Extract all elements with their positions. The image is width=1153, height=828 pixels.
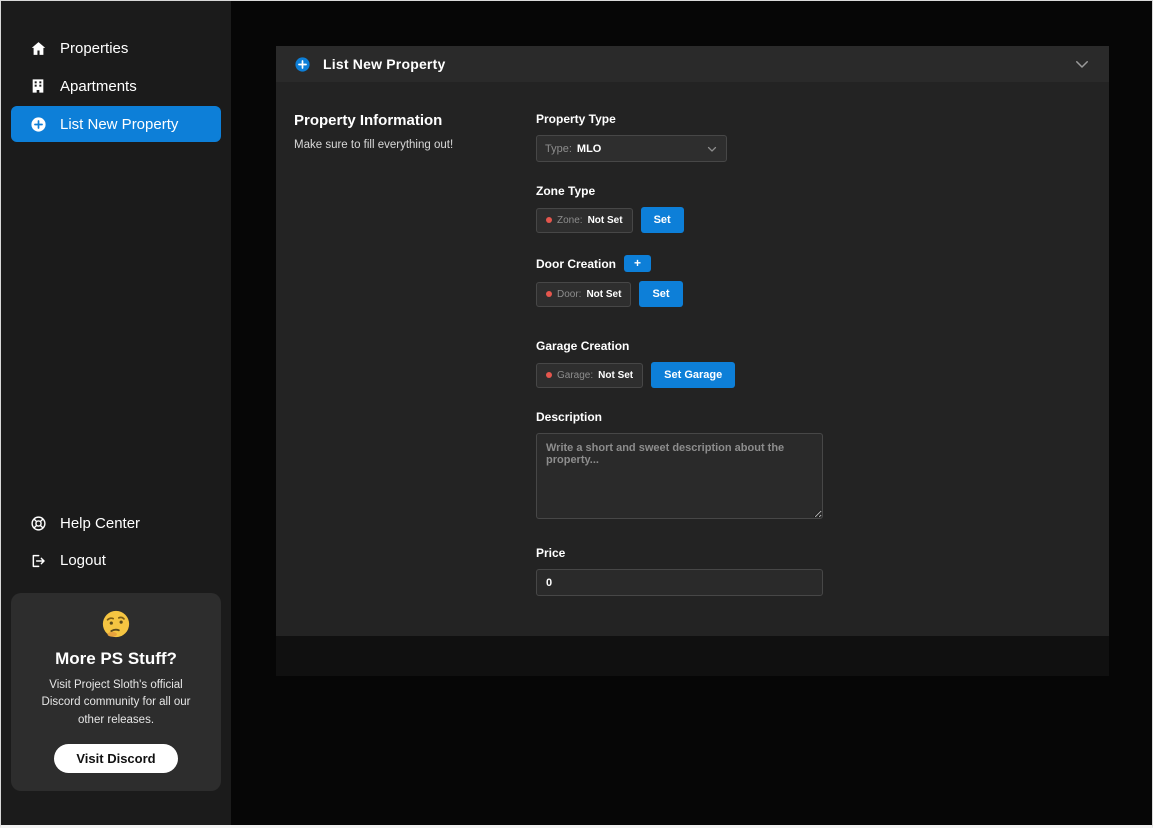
main-content: List New Property Property Information M… (231, 1, 1152, 825)
status-dot-icon (546, 217, 552, 223)
sidebar-item-label: Apartments (60, 77, 137, 95)
status-value: Not Set (586, 288, 622, 300)
chevron-down-icon[interactable] (1073, 55, 1091, 73)
set-zone-button[interactable]: Set (640, 207, 684, 233)
status-prefix: Zone: (557, 214, 583, 226)
add-door-button[interactable]: + (624, 255, 652, 272)
property-type-field: Property Type Type: MLO (536, 112, 1091, 162)
app-window: Properties Apartments List New Property … (0, 0, 1153, 828)
section-subtitle: Make sure to fill everything out! (294, 139, 454, 151)
apartments-icon (29, 77, 47, 95)
status-prefix: Door: (557, 288, 582, 300)
sidebar-bottom: Help Center Logout More PS Stuff? Visit … (1, 505, 231, 791)
door-status-box: Door: Not Set (536, 281, 632, 307)
set-garage-button[interactable]: Set Garage (651, 362, 736, 388)
logout-icon (29, 552, 47, 570)
promo-card: More PS Stuff? Visit Project Sloth's off… (11, 592, 221, 791)
select-value: MLO (576, 142, 602, 155)
home-icon (29, 39, 47, 57)
visit-discord-button[interactable]: Visit Discord (54, 744, 178, 773)
promo-body: Visit Project Sloth's official Discord c… (41, 678, 191, 727)
status-dot-icon (546, 291, 552, 297)
sidebar: Properties Apartments List New Property … (1, 1, 231, 825)
description-label: Description (536, 410, 603, 424)
zone-type-label: Zone Type (536, 184, 596, 198)
panel-title: List New Property (323, 56, 446, 72)
garage-creation-field: Garage Creation Garage: Not Set Set Gara… (536, 339, 1091, 388)
info-column: Property Information Make sure to fill e… (294, 112, 536, 636)
garage-status-box: Garage: Not Set (536, 362, 644, 388)
chevron-down-icon (706, 143, 718, 155)
set-door-button[interactable]: Set (639, 281, 683, 307)
panel-header: List New Property (276, 46, 1109, 82)
description-textarea[interactable] (536, 433, 823, 519)
status-value: Not Set (587, 214, 623, 226)
form-column: Property Type Type: MLO Zone Type Zone: … (536, 112, 1091, 636)
price-input[interactable] (536, 569, 823, 596)
status-prefix: Garage: (557, 369, 594, 381)
panel-footer (276, 636, 1109, 676)
sidebar-item-list-new-property[interactable]: List New Property (11, 106, 221, 142)
property-type-label: Property Type (536, 112, 616, 126)
sidebar-item-properties[interactable]: Properties (11, 30, 221, 66)
list-new-property-panel: List New Property Property Information M… (276, 46, 1109, 676)
promo-title: More PS Stuff? (55, 648, 177, 668)
price-label: Price (536, 546, 566, 560)
door-creation-label: Door Creation (536, 256, 617, 271)
status-dot-icon (546, 372, 552, 378)
sidebar-item-help-center[interactable]: Help Center (11, 506, 221, 542)
help-icon (29, 515, 47, 533)
door-creation-field: Door Creation + Door: Not Set Set (536, 255, 1091, 307)
price-field: Price (536, 546, 1091, 596)
zone-status-box: Zone: Not Set (536, 207, 633, 233)
description-field: Description (536, 410, 1091, 524)
section-title: Property Information (294, 112, 443, 129)
sidebar-item-label: List New Property (60, 115, 179, 133)
plus-circle-icon (294, 56, 311, 73)
property-type-select[interactable]: Type: MLO (536, 135, 727, 162)
plus-circle-icon (29, 115, 47, 133)
sidebar-item-label: Help Center (60, 515, 141, 533)
panel-body: Property Information Make sure to fill e… (276, 82, 1109, 636)
thinking-face-emoji (25, 609, 207, 639)
sidebar-item-apartments[interactable]: Apartments (11, 68, 221, 104)
sidebar-item-logout[interactable]: Logout (11, 543, 221, 579)
status-value: Not Set (598, 369, 634, 381)
sidebar-item-label: Properties (60, 39, 129, 57)
sidebar-item-label: Logout (60, 552, 106, 570)
select-prefix: Type: (545, 142, 572, 155)
garage-creation-label: Garage Creation (536, 339, 630, 353)
zone-type-field: Zone Type Zone: Not Set Set (536, 184, 1091, 233)
